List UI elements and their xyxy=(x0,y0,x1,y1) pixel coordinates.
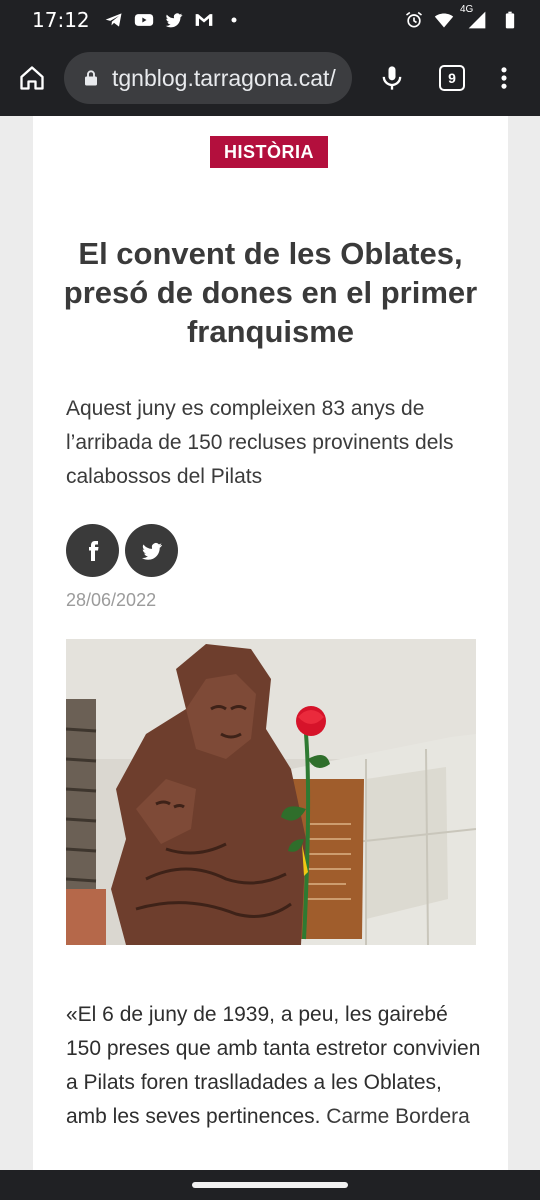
article-photo xyxy=(66,639,476,945)
system-icons: 4G xyxy=(404,4,520,30)
tab-count: 9 xyxy=(439,65,465,91)
twitter-icon xyxy=(141,542,162,560)
telegram-icon xyxy=(104,10,124,30)
alarm-icon xyxy=(404,10,424,30)
gmail-icon xyxy=(194,10,214,30)
menu-button[interactable] xyxy=(484,58,524,98)
twitter-icon xyxy=(164,10,184,30)
home-gesture-handle[interactable] xyxy=(192,1182,348,1188)
tab-switcher-button[interactable]: 9 xyxy=(432,58,472,98)
home-icon xyxy=(20,66,44,90)
network-type: 4G xyxy=(460,4,474,15)
web-page[interactable]: HISTÒRIA El convent de les Oblates, pres… xyxy=(0,116,540,1170)
address-bar[interactable]: tgnblog.tarragona.cat/ xyxy=(64,52,352,104)
status-bar: 17:12 4G xyxy=(0,0,540,40)
dot-icon xyxy=(224,10,244,30)
article-lead: Aquest juny es compleixen 83 anys de l’a… xyxy=(66,397,454,488)
article-body: «El 6 de juny de 1939, a peu, les gaireb… xyxy=(66,998,481,1134)
facebook-icon xyxy=(88,540,98,561)
lock-icon xyxy=(85,70,97,86)
browser-toolbar: tgnblog.tarragona.cat/ 9 xyxy=(0,40,540,116)
microphone-icon xyxy=(382,66,402,90)
facebook-share-button[interactable] xyxy=(66,524,119,577)
voice-search-button[interactable] xyxy=(372,58,412,98)
article-date: 28/06/2022 xyxy=(66,590,157,610)
status-time: 17:12 xyxy=(32,8,90,32)
category-label[interactable]: HISTÒRIA xyxy=(210,136,328,168)
signal-icon: 4G xyxy=(460,4,490,30)
article-card: HISTÒRIA El convent de les Oblates, pres… xyxy=(33,116,508,1170)
article-title: El convent de les Oblates, presó de done… xyxy=(63,236,478,349)
share-buttons xyxy=(66,524,178,577)
notification-icons xyxy=(104,10,244,30)
wifi-icon xyxy=(434,10,454,30)
navigation-bar xyxy=(0,1170,540,1200)
body-author: Carme Bordera xyxy=(320,1105,470,1128)
url-text: tgnblog.tarragona.cat/ xyxy=(112,64,336,91)
youtube-icon xyxy=(134,10,154,30)
more-vert-icon xyxy=(501,67,507,89)
home-button[interactable] xyxy=(12,58,52,98)
twitter-share-button[interactable] xyxy=(125,524,178,577)
battery-icon xyxy=(500,10,520,30)
